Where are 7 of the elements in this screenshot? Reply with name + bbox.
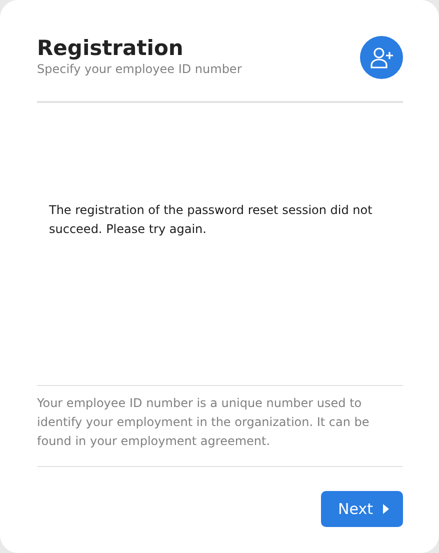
- next-button[interactable]: Next: [321, 490, 403, 527]
- error-message: The registration of the password reset session did not succeed. Please try again.: [48, 202, 374, 238]
- caret-icon: [383, 504, 389, 514]
- subtitle: Specify your employee ID number: [37, 61, 242, 78]
- info-text: Your employee ID number is a unique number used to identify your employment in the organization. It can be found in your employment agreement.: [37, 394, 370, 450]
- add-user-icon: [360, 36, 403, 79]
- title: Registration: [37, 36, 184, 60]
